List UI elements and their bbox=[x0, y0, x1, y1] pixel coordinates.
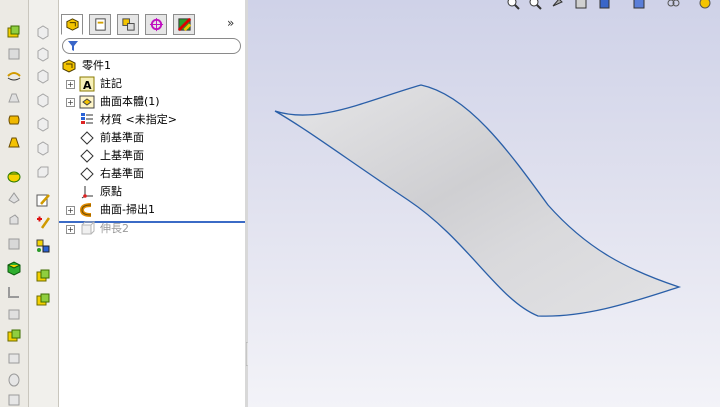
svg-text:A: A bbox=[83, 79, 92, 92]
expand-toggle[interactable]: + bbox=[66, 225, 75, 234]
surface-body[interactable] bbox=[274, 84, 682, 317]
tab-display-manager[interactable] bbox=[173, 14, 195, 35]
sketch-button[interactable] bbox=[33, 190, 53, 210]
graphics-area[interactable] bbox=[248, 0, 720, 407]
reference-geometry-button[interactable] bbox=[33, 266, 53, 286]
manager-tabs: » bbox=[59, 10, 245, 36]
extend-surface-button[interactable] bbox=[4, 348, 24, 368]
revolved-surface-button[interactable] bbox=[4, 44, 24, 64]
chamfer-button[interactable] bbox=[33, 138, 53, 158]
fillet-button[interactable] bbox=[33, 114, 53, 134]
offset-surface-button[interactable] bbox=[4, 166, 24, 186]
shell-button[interactable] bbox=[33, 162, 53, 182]
extrude-boss-button[interactable] bbox=[33, 22, 53, 42]
curves-button[interactable] bbox=[33, 290, 53, 310]
knit-surface-button[interactable] bbox=[4, 234, 24, 254]
tab-dimxpert-manager[interactable] bbox=[145, 14, 167, 35]
delete-face-button[interactable] bbox=[4, 370, 24, 390]
expand-panel-button[interactable]: » bbox=[227, 16, 241, 32]
extruded-surface-button[interactable] bbox=[4, 22, 24, 42]
tree-root-label: 零件1 bbox=[82, 59, 111, 72]
expand-toggle[interactable]: + bbox=[66, 80, 75, 89]
filter-icon bbox=[68, 41, 78, 51]
fill-surface-button[interactable] bbox=[4, 210, 24, 230]
extrude-icon bbox=[79, 221, 96, 237]
material-icon bbox=[79, 112, 95, 128]
plane-icon bbox=[79, 148, 95, 164]
relations-button[interactable] bbox=[33, 236, 53, 256]
revolve-boss-button[interactable] bbox=[33, 44, 53, 64]
sweep-boss-button[interactable] bbox=[33, 66, 53, 86]
surface-sweep-icon bbox=[79, 202, 95, 218]
tab-property-manager[interactable] bbox=[89, 14, 111, 35]
expand-toggle[interactable]: + bbox=[66, 206, 75, 215]
feature-manager-panel: » 零件1 + A 註記 + 曲面本體(1) 材質 <未指定> 前基準面 上基準… bbox=[59, 0, 246, 407]
radiate-surface-button[interactable] bbox=[4, 188, 24, 208]
expand-toggle[interactable]: + bbox=[66, 98, 75, 107]
part-icon bbox=[61, 58, 77, 74]
planar-surface-button[interactable] bbox=[4, 132, 24, 152]
thicken-button[interactable] bbox=[4, 258, 24, 278]
plane-icon bbox=[79, 166, 95, 182]
boundary-surface-button[interactable] bbox=[4, 110, 24, 130]
ruled-surface-button[interactable] bbox=[4, 282, 24, 302]
tab-configuration-manager[interactable] bbox=[117, 14, 139, 35]
swept-surface-button[interactable] bbox=[4, 66, 24, 86]
tab-feature-manager[interactable] bbox=[61, 14, 83, 35]
plane-icon bbox=[79, 130, 95, 146]
annotation-icon: A bbox=[79, 76, 95, 92]
replace-face-button[interactable] bbox=[4, 390, 24, 410]
trim-surface-button[interactable] bbox=[4, 304, 24, 324]
lofted-surface-button[interactable] bbox=[4, 88, 24, 108]
features-command-toolbar bbox=[29, 0, 59, 407]
surface-bodies-icon bbox=[79, 94, 95, 110]
origin-icon bbox=[79, 184, 95, 200]
surfaces-command-toolbar bbox=[0, 0, 29, 407]
smart-dimension-button[interactable] bbox=[33, 212, 53, 232]
loft-boss-button[interactable] bbox=[33, 90, 53, 110]
untrim-surface-button[interactable] bbox=[4, 326, 24, 346]
swept-surface-model[interactable] bbox=[248, 0, 720, 407]
feature-tree-filter-input[interactable] bbox=[62, 38, 241, 54]
